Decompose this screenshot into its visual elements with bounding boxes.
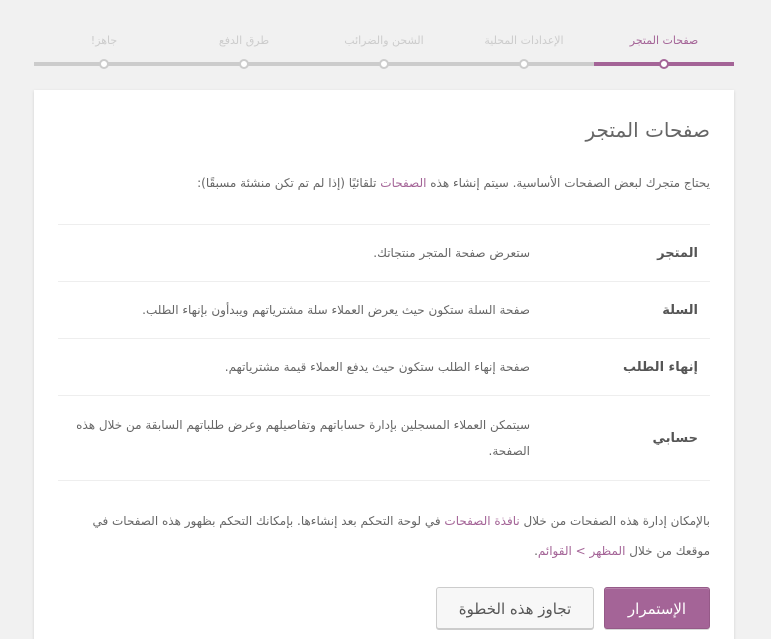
step-payments[interactable]: طرق الدفع xyxy=(174,30,314,70)
step-ready[interactable]: جاهز! xyxy=(34,30,174,70)
row-name: إنهاء الطلب xyxy=(622,359,698,375)
step-label: الشحن والضرائب xyxy=(344,34,424,47)
footer-text: بالإمكان إدارة هذه الصفحات من خلال xyxy=(519,514,710,528)
row-description: سيتمكن العملاء المسجلين بإدارة حساباتهم … xyxy=(76,418,530,458)
setup-steps: صفحات المتجر الإعدادات المحلية الشحن وال… xyxy=(34,30,734,70)
step-locale[interactable]: الإعدادات المحلية xyxy=(454,30,594,70)
intro-text: يحتاج متجرك لبعض الصفحات الأساسية. سيتم … xyxy=(58,176,710,190)
step-dot xyxy=(379,59,389,69)
step-dot xyxy=(99,59,109,69)
step-label: الإعدادات المحلية xyxy=(484,34,564,47)
row-name: السلة xyxy=(662,302,698,318)
menus-link[interactable]: المظهر > القوائم xyxy=(538,544,626,558)
intro-text-start: يحتاج متجرك لبعض الصفحات الأساسية. سيتم … xyxy=(426,176,710,190)
pages-table: المتجر ستعرض صفحة المتجر منتجاتك. السلة … xyxy=(58,224,710,481)
row-description: صفحة إنهاء الطلب ستكون حيث يدفع العملاء … xyxy=(224,360,530,374)
step-actions: الإستمرار تجاوز هذه الخطوة xyxy=(58,587,710,631)
pages-link[interactable]: الصفحات xyxy=(380,176,426,190)
row-name: حسابي xyxy=(652,430,698,446)
step-dot xyxy=(659,59,669,69)
footer-note: بالإمكان إدارة هذه الصفحات من خلال نافذة… xyxy=(58,506,710,566)
row-description: صفحة السلة ستكون حيث يعرض العملاء سلة مش… xyxy=(142,303,530,317)
setup-card: صفحات المتجر يحتاج متجرك لبعض الصفحات ال… xyxy=(34,90,734,639)
page-title: صفحات المتجر xyxy=(585,118,710,142)
step-label: جاهز! xyxy=(90,34,118,47)
step-dot xyxy=(239,59,249,69)
pages-window-link[interactable]: نافذة الصفحات xyxy=(444,514,519,528)
row-description: ستعرض صفحة المتجر منتجاتك. xyxy=(373,246,530,260)
step-store-pages[interactable]: صفحات المتجر xyxy=(594,30,734,70)
step-dot xyxy=(519,59,529,69)
table-row: المتجر ستعرض صفحة المتجر منتجاتك. xyxy=(58,225,710,282)
skip-step-button[interactable]: تجاوز هذه الخطوة xyxy=(436,587,594,629)
step-shipping-tax[interactable]: الشحن والضرائب xyxy=(314,30,454,70)
continue-button[interactable]: الإستمرار xyxy=(604,587,710,629)
intro-text-end: تلقائيًا (إذا لم تم تكن منشئة مسبقًا): xyxy=(197,176,381,190)
table-row: حسابي سيتمكن العملاء المسجلين بإدارة حسا… xyxy=(58,396,710,481)
step-label: صفحات المتجر xyxy=(629,34,699,47)
step-label: طرق الدفع xyxy=(218,34,270,47)
table-row: السلة صفحة السلة ستكون حيث يعرض العملاء … xyxy=(58,282,710,339)
row-name: المتجر xyxy=(657,245,698,261)
table-row: إنهاء الطلب صفحة إنهاء الطلب ستكون حيث ي… xyxy=(58,339,710,396)
